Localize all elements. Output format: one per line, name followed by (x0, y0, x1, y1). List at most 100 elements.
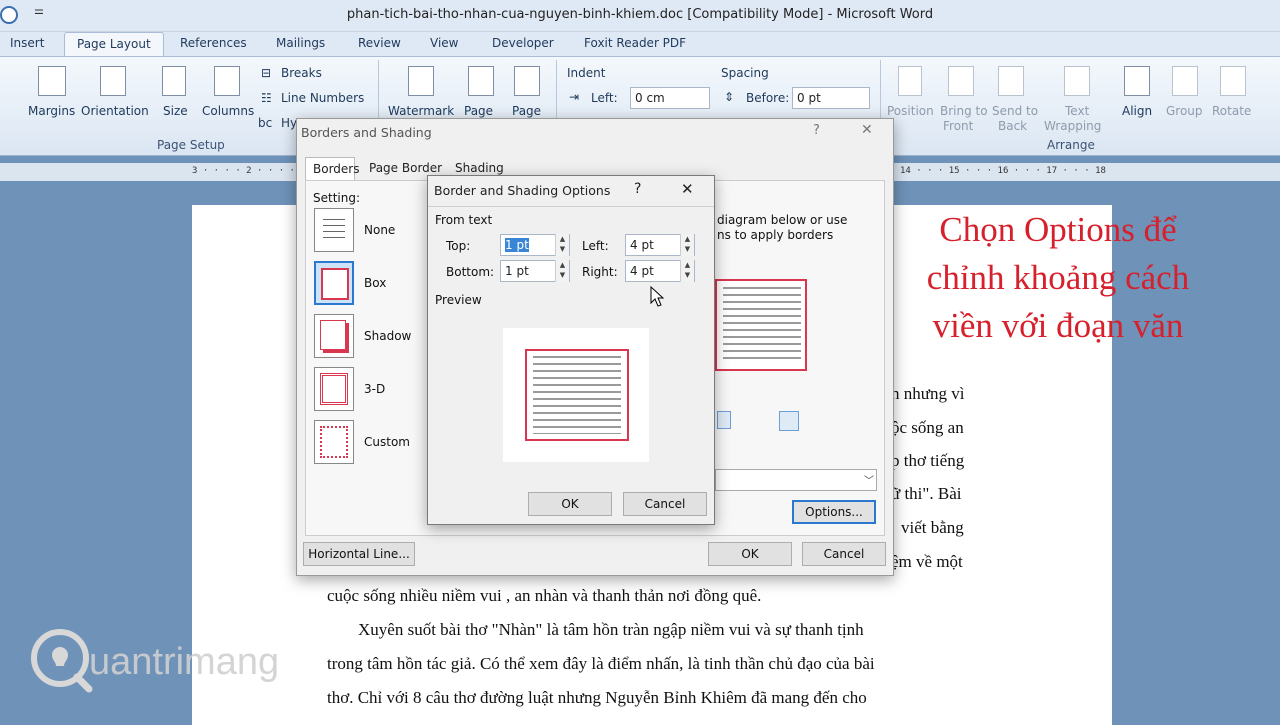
watermark-button[interactable]: Watermark (388, 104, 454, 118)
position-button: Position (887, 104, 934, 118)
close-icon[interactable]: ✕ (861, 122, 873, 138)
columns-icon[interactable] (214, 66, 240, 96)
align-button[interactable]: Align (1122, 104, 1152, 118)
line-numbers-button[interactable]: Line Numbers (281, 91, 364, 105)
options-dialog-title: Border and Shading Options (434, 183, 611, 198)
ribbon-tabs: Insert Page Layout References Mailings R… (0, 32, 1280, 57)
setting-none-icon[interactable] (314, 208, 354, 252)
spacing-before-field[interactable]: 0 pt (792, 87, 870, 109)
top-label: Top: (446, 239, 471, 253)
help-icon[interactable]: ? (634, 181, 641, 197)
tab-page-layout[interactable]: Page Layout (64, 32, 164, 57)
setting-custom-label[interactable]: Custom (364, 435, 410, 449)
setting-box-icon[interactable] (314, 261, 354, 305)
orientation-button[interactable]: Orientation (81, 104, 149, 118)
doc-text-fragment: ộc sống an (891, 418, 964, 437)
indent-label: Indent (567, 66, 606, 80)
doc-text-fragment: n nhưng vì (891, 384, 965, 403)
tab-insert[interactable]: Insert (10, 36, 44, 50)
tab-developer[interactable]: Developer (492, 36, 554, 50)
tab-view[interactable]: View (430, 36, 458, 50)
options-cancel-button[interactable]: Cancel (623, 492, 707, 516)
annotation-line: Chọn Options để (939, 210, 1177, 249)
title-bar: ⚌ phan-tich-bai-tho-nhan-cua-nguyen-binh… (0, 0, 1280, 32)
group-button: Group (1166, 104, 1203, 118)
options-preview-image (503, 328, 649, 462)
hyphenation-button[interactable]: Hy (281, 116, 297, 130)
chevron-down-icon: ﹀ (864, 476, 874, 487)
apply-to-select[interactable]: ﹀ (715, 469, 877, 491)
tab-page-border[interactable]: Page Border (369, 161, 442, 175)
quantrimang-watermark-logo: uantrimang (25, 625, 315, 695)
right-border-toggle-icon[interactable] (717, 411, 731, 429)
setting-box-label[interactable]: Box (364, 276, 386, 290)
preview-label: Preview (435, 293, 482, 307)
setting-none-label[interactable]: None (364, 223, 395, 237)
bring-to-front-label: Bring to (940, 104, 988, 118)
margins-icon[interactable] (38, 66, 66, 96)
annotation-line: viền với đoạn văn (932, 306, 1184, 345)
bottom-spinner-icon[interactable]: ▲ ▼ (555, 260, 569, 282)
group-page-setup: Page Setup (157, 138, 225, 152)
group-arrange: Arrange (1047, 138, 1095, 152)
tab-borders[interactable]: Borders (305, 157, 359, 181)
annotation-line: chỉnh khoảng cách (926, 258, 1190, 297)
setting-3d-label[interactable]: 3-D (364, 382, 385, 396)
indent-left-field[interactable]: 0 cm (630, 87, 710, 109)
tab-review[interactable]: Review (358, 36, 401, 50)
right-spinner-icon[interactable]: ▲ ▼ (680, 260, 694, 282)
setting-3d-icon[interactable] (314, 367, 354, 411)
page-color-button[interactable]: Page (464, 104, 493, 118)
mouse-cursor-icon (650, 286, 665, 307)
top-spinner-icon[interactable]: ▲ ▼ (555, 234, 569, 256)
help-icon[interactable]: ? (813, 123, 820, 138)
watermark-text: uantrimang (89, 641, 280, 683)
tab-foxit-reader-pdf[interactable]: Foxit Reader PDF (584, 36, 686, 50)
tab-mailings[interactable]: Mailings (276, 36, 325, 50)
position-icon (898, 66, 922, 96)
right-label: Right: (582, 265, 618, 279)
horizontal-line-button[interactable]: Horizontal Line... (303, 542, 415, 566)
bottom-label: Bottom: (446, 265, 495, 279)
close-icon[interactable]: ✕ (681, 180, 694, 198)
size-icon[interactable] (162, 66, 186, 96)
setting-custom-icon[interactable] (314, 420, 354, 464)
window-title: phan-tich-bai-tho-nhan-cua-nguyen-binh-k… (346, 7, 934, 22)
orientation-icon[interactable] (100, 66, 126, 96)
doc-paragraph-line: cuộc sống nhiều niềm vui , an nhàn và th… (327, 586, 762, 605)
cancel-button[interactable]: Cancel (802, 542, 886, 566)
page-color-icon[interactable] (468, 66, 494, 96)
size-button[interactable]: Size (163, 104, 188, 118)
left-label: Left: (582, 239, 609, 253)
border-preview-image[interactable] (715, 279, 807, 371)
tab-shading[interactable]: Shading (455, 161, 504, 175)
watermark-icon[interactable] (408, 66, 434, 96)
preview-instruction-2: ns to apply borders (717, 228, 834, 242)
spacing-before-label: Before: (746, 91, 790, 105)
bulb-logo-icon (31, 629, 93, 693)
tab-references[interactable]: References (180, 36, 247, 50)
ok-button[interactable]: OK (708, 542, 792, 566)
doc-paragraph-line: thơ. Chỉ với 8 câu thơ đường luật nhưng … (327, 688, 867, 707)
page-borders-icon[interactable] (514, 66, 540, 96)
setting-shadow-icon[interactable] (314, 314, 354, 358)
columns-button[interactable]: Columns (202, 104, 254, 118)
options-button[interactable]: Options... (792, 500, 876, 524)
margins-button[interactable]: Margins (28, 104, 75, 118)
send-to-back-label-2: Back (998, 119, 1028, 133)
left-spinner-icon[interactable]: ▲ ▼ (680, 234, 694, 256)
from-text-label: From text (435, 213, 493, 227)
preview-instruction: diagram below or use (717, 213, 848, 227)
options-ok-button[interactable]: OK (528, 492, 612, 516)
vertical-border-toggle-icon[interactable] (779, 411, 799, 431)
breaks-button[interactable]: Breaks (281, 66, 322, 80)
spacing-before-icon: ⇕ (724, 90, 735, 104)
setting-shadow-label[interactable]: Shadow (364, 329, 411, 343)
bring-to-front-label-2: Front (943, 119, 974, 133)
align-icon[interactable] (1124, 66, 1150, 96)
doc-paragraph-line: trong tâm hồn tác giả. Có thể xem đây là… (327, 654, 875, 673)
border-and-shading-options-dialog: Border and Shading Options ? ✕ From text… (427, 175, 715, 525)
text-wrapping-icon (1064, 66, 1090, 96)
page-borders-button[interactable]: Page (512, 104, 541, 118)
send-to-back-label: Send to (992, 104, 1039, 118)
